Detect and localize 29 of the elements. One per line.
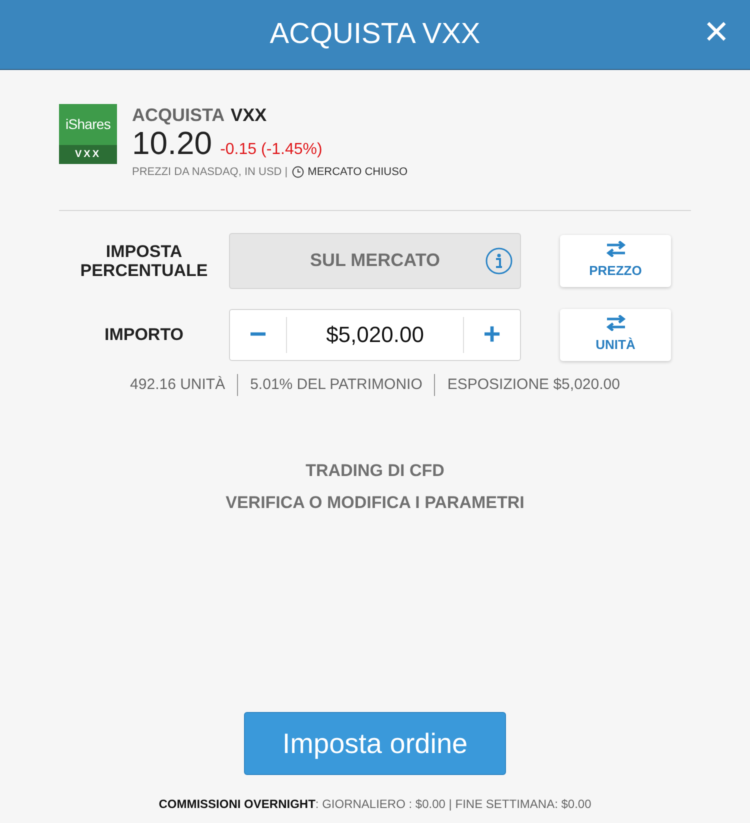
close-button[interactable]: ✕	[703, 16, 730, 48]
logo-ticker: VXX	[59, 145, 117, 164]
symbol-label: VXX	[230, 104, 267, 126]
market-status: MERCATO CHIUSO	[308, 165, 408, 180]
field-label: IMPORTO	[103, 325, 185, 344]
toggle-button[interactable]: PREZZO	[560, 234, 671, 286]
clock-icon	[292, 166, 304, 178]
price-change: -0.15 (-1.45%)	[220, 140, 322, 160]
window-title: ACQUISTA VXX	[270, 16, 480, 52]
rate-field[interactable]: SUL MERCATO	[229, 232, 521, 288]
info-icon[interactable]	[485, 246, 513, 274]
price-source: PREZZI DA NASDAQ, IN USD |	[132, 165, 288, 180]
toggle-button[interactable]: UNITÀ	[560, 308, 671, 360]
price-text: 10.20	[132, 126, 212, 160]
stat-text: ESPOSIZIONE $5,020.00	[447, 374, 620, 394]
action-label: ACQUISTA	[132, 104, 225, 126]
notice-text: TRADING DI CFD	[306, 460, 444, 482]
submit-button[interactable]: Imposta ordine	[244, 712, 506, 775]
notice-text: VERIFICA O MODIFICA I PARAMETRI	[226, 492, 524, 514]
logo-brand: iShares	[64, 115, 112, 134]
stat-text: 492.16 UNITÀ	[130, 374, 226, 394]
swap-arrows-icon	[604, 240, 626, 257]
increment-button[interactable]: +	[464, 310, 520, 360]
stat-text: 5.01% DEL PATRIMONIO	[250, 374, 422, 394]
amount-field[interactable]: − $5,020.00 +	[229, 308, 521, 360]
fees-text: COMMISSIONI OVERNIGHT: GIORNALIERO : $0.00 | FINE SETTIMANA: $0.00	[158, 796, 592, 813]
decrement-button[interactable]: −	[230, 310, 286, 360]
swap-arrows-icon	[604, 314, 626, 331]
field-label: IMPOSTA PERCENTUALE	[79, 242, 209, 280]
